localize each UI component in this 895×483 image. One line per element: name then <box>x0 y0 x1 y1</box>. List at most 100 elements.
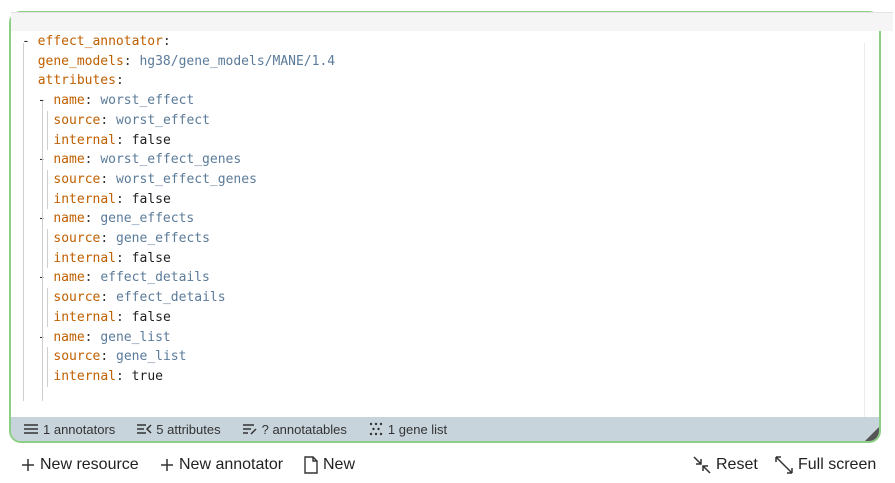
code-line: internal: false <box>53 308 170 328</box>
dots-grid-icon <box>369 422 383 436</box>
code-line: - name: gene_list <box>38 328 171 348</box>
status-gene-list-label: 1 gene list <box>387 421 448 437</box>
plus-icon <box>22 459 34 471</box>
code-line: internal: false <box>53 190 170 210</box>
indent-guide <box>47 110 49 151</box>
yaml-colon: : <box>100 290 117 306</box>
yaml-colon: : <box>116 250 132 266</box>
status-bar: 1 annotators 5 attributes ? annotatables… <box>11 417 879 441</box>
full-screen-label: Full screen <box>798 456 877 473</box>
yaml-value: worst_effect_genes <box>116 171 257 187</box>
code-line: source: effect_details <box>53 288 225 308</box>
yaml-colon: : <box>116 368 132 384</box>
code-line: internal: false <box>53 131 170 151</box>
reset-button[interactable]: Reset <box>692 452 758 478</box>
new-button[interactable]: New <box>303 452 355 478</box>
yaml-colon: : <box>84 93 101 109</box>
yaml-key: internal <box>53 368 117 384</box>
yaml-key: name <box>53 329 85 345</box>
new-resource-button[interactable]: New resource <box>20 452 139 478</box>
code-line: - name: effect_details <box>38 268 210 288</box>
yaml-dash: - <box>37 329 54 345</box>
new-annotator-button[interactable]: New annotator <box>159 452 283 478</box>
yaml-key: internal <box>53 309 117 325</box>
yaml-value: effect_details <box>100 270 210 286</box>
yaml-colon: : <box>100 231 117 246</box>
edit-list-icon <box>242 424 257 435</box>
yaml-colon: : <box>84 152 101 168</box>
reset-label: Reset <box>716 456 758 473</box>
yaml-value: worst_effect <box>116 112 210 128</box>
resize-handle[interactable] <box>865 427 879 441</box>
code-line: gene_models: hg38/gene_models/MANE/1.4 <box>38 52 335 72</box>
yaml-key: name <box>53 211 85 227</box>
code-line: - name: gene_effects <box>38 209 195 229</box>
indent-guide <box>41 101 43 401</box>
code-line: - effect_annotator: <box>22 32 171 52</box>
yaml-dash: - <box>37 93 54 109</box>
yaml-colon: : <box>100 349 117 365</box>
collapse-arrows-icon <box>693 456 711 474</box>
yaml-key: source <box>53 231 101 246</box>
full-screen-button[interactable]: Full screen <box>774 452 876 478</box>
status-annotatables-label: ? annotatables <box>261 421 347 437</box>
file-icon <box>304 456 318 474</box>
yaml-key: effect_annotator <box>37 34 163 49</box>
yaml-colon: : <box>84 270 101 286</box>
yaml-key: source <box>53 171 101 187</box>
new-resource-label: New resource <box>40 456 139 473</box>
yaml-key: source <box>53 349 101 365</box>
yaml-colon: : <box>123 53 140 69</box>
yaml-dash: - <box>22 34 38 49</box>
yaml-colon: : <box>116 191 132 207</box>
code-line: - name: worst_effect <box>38 91 195 111</box>
yaml-colon: : <box>116 309 132 325</box>
yaml-colon: : <box>162 34 171 49</box>
yaml-key: internal <box>53 132 117 148</box>
indent-guide <box>47 229 49 269</box>
yaml-key: attributes <box>37 73 116 89</box>
code-line: source: worst_effect_genes <box>53 170 257 190</box>
list-icon <box>24 424 38 434</box>
code-area[interactable]: - effect_annotator: gene_models: hg38/gen… <box>12 29 855 405</box>
status-gene-list: 1 gene list <box>368 422 447 437</box>
yaml-key: source <box>53 290 101 306</box>
yaml-key: internal <box>53 250 117 266</box>
expand-arrows-icon <box>775 456 793 474</box>
yaml-value: false <box>131 132 171 148</box>
yaml-key: name <box>53 152 85 168</box>
code-line: attributes: <box>38 71 124 91</box>
plus-icon <box>161 459 173 471</box>
yaml-key: gene_models <box>37 53 124 69</box>
yaml-value: worst_effect <box>100 93 195 109</box>
code-line: - name: worst_effect_genes <box>38 150 242 170</box>
yaml-value: worst_effect_genes <box>100 152 242 168</box>
yaml-value: gene_list <box>116 349 187 365</box>
yaml-dash: - <box>37 152 54 168</box>
list-indent-icon <box>137 424 152 434</box>
code-line: source: gene_effects <box>53 229 210 249</box>
indent-guide <box>47 169 49 210</box>
yaml-value: hg38/gene_models/MANE/1.4 <box>139 53 336 69</box>
yaml-colon: : <box>100 171 117 187</box>
yaml-colon: : <box>84 329 101 345</box>
indent-guide <box>47 347 49 387</box>
status-attributes-label: 5 attributes <box>156 421 221 437</box>
yaml-colon: : <box>84 211 101 227</box>
yaml-value: gene_effects <box>116 231 210 246</box>
yaml-key: name <box>53 93 85 109</box>
status-annotatables: ? annotatables <box>242 422 347 437</box>
code-line: internal: true <box>53 367 163 387</box>
yaml-value: false <box>131 191 171 207</box>
status-annotators-label: 1 annotators <box>43 421 116 437</box>
vertical-scrollbar[interactable] <box>864 43 877 419</box>
code-line: source: gene_list <box>53 347 186 367</box>
yaml-value: true <box>131 368 163 384</box>
yaml-key: source <box>53 112 101 128</box>
yaml-colon: : <box>116 132 132 148</box>
code-line: source: worst_effect <box>53 111 210 131</box>
yaml-value: false <box>131 309 171 325</box>
yaml-key: name <box>53 270 85 286</box>
yaml-value: gene_effects <box>100 211 195 227</box>
status-annotators: 1 annotators <box>23 422 115 437</box>
